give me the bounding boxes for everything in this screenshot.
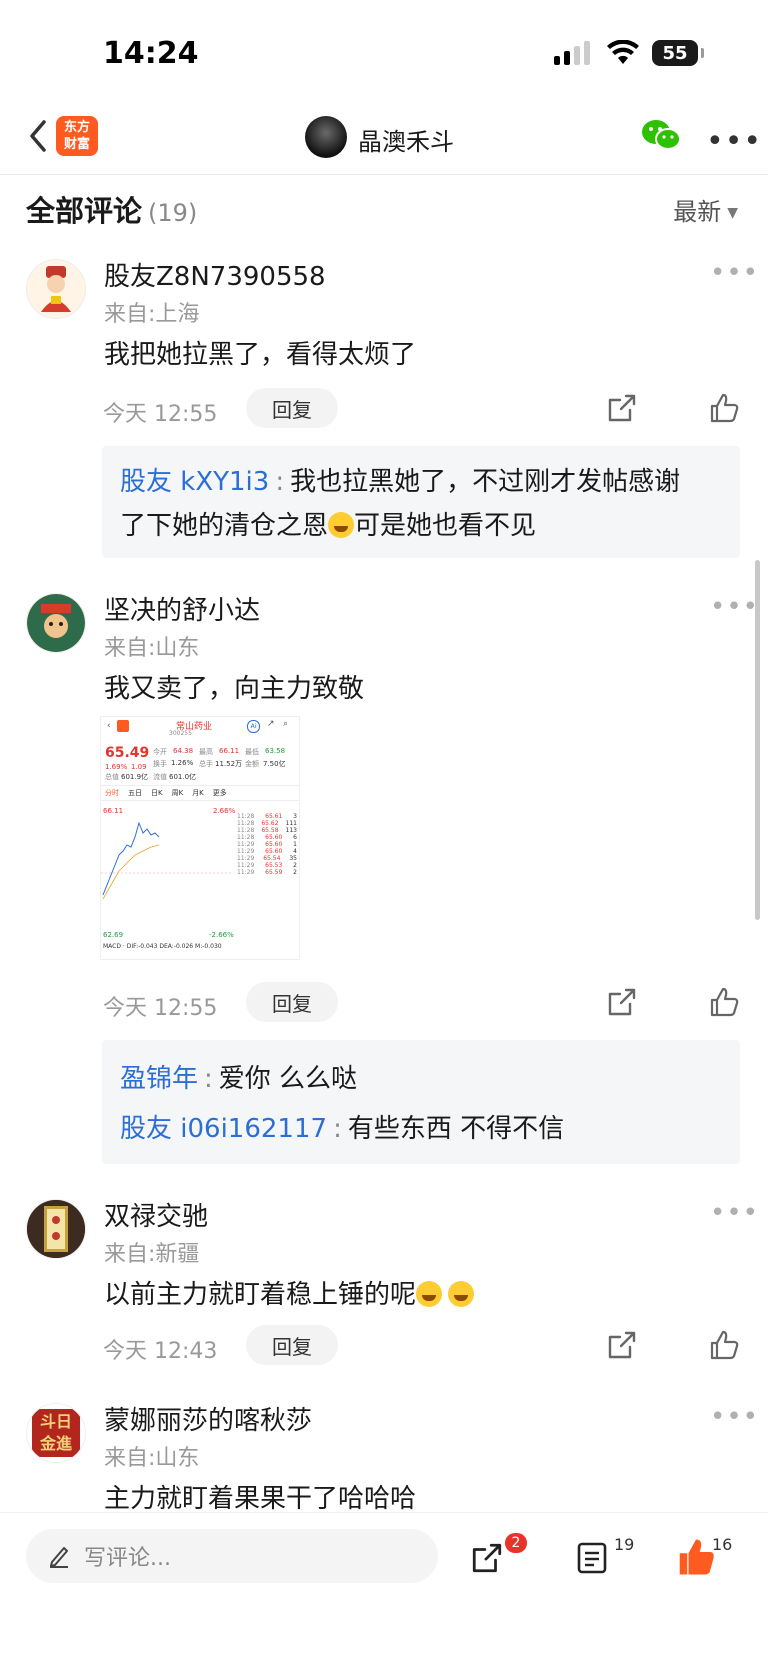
comment-avatar[interactable] <box>26 259 86 319</box>
pencil-icon <box>50 1547 68 1568</box>
section-title: 全部评论 (19) <box>26 194 198 228</box>
stock-screenshot-image[interactable]: ‹ 常山药业 300255 Ai ↗ ⌕ 65.49 1.69% 1.09 今开… <box>100 716 300 960</box>
status-icons: 55 <box>554 40 704 66</box>
laugh-cry-emoji-icon <box>448 1281 475 1307</box>
back-arrow-icon: ‹ <box>107 721 111 731</box>
comment-text: 我把她拉黑了，看得太烦了 <box>104 340 417 370</box>
comment-username[interactable]: 双禄交驰 <box>104 1196 208 1233</box>
reply-username[interactable]: 股友 i06i162117 <box>120 1114 327 1144</box>
ai-icon: Ai <box>247 720 260 733</box>
share-icon: ↗ <box>267 719 275 729</box>
comment-avatar[interactable] <box>26 1199 86 1259</box>
comment-time: 今天 12:43 <box>103 1339 218 1364</box>
comment-more-icon[interactable]: ••• <box>710 1198 759 1228</box>
comment-avatar[interactable]: 斗日 金進 <box>26 1403 86 1463</box>
wifi-icon <box>607 40 639 64</box>
like-icon[interactable] <box>708 986 740 1018</box>
reply-item: 股友 kXY1i3: 我也拉黑她了，不过刚才发帖感谢 了下她的清仓之恩 可是她也看不… <box>120 467 681 541</box>
author-avatar[interactable] <box>305 116 347 158</box>
god-of-wealth-avatar-icon <box>41 266 71 312</box>
trade-list: 11:28 65.61 3 11:28 65.62 111 11:28 65.58 113 … <box>237 813 297 876</box>
stock-change-pct: 1.69% <box>105 763 128 771</box>
wechat-icon[interactable] <box>640 118 682 152</box>
laugh-cry-emoji-icon <box>416 1281 443 1307</box>
comment-username[interactable]: 蒙娜丽莎的喀秋莎 <box>104 1400 312 1437</box>
bottom-action-bar: 写评论... 2 19 16 <box>0 1512 768 1670</box>
like-count-label: 16 <box>712 1535 733 1554</box>
reply-item: 盈锦年: 爱你 么么哒 <box>120 1064 358 1094</box>
scrollbar[interactable] <box>755 560 760 920</box>
like-filled-icon[interactable] <box>676 1537 716 1577</box>
comment-username[interactable]: 股友Z8N7390558 <box>104 256 326 293</box>
stock-price: 65.49 <box>105 745 150 761</box>
comment-time: 今天 12:55 <box>103 402 218 427</box>
comment-location: 来自:山东 <box>104 1446 200 1471</box>
reply-thread: 盈锦年: 爱你 么么哒 股友 i06i162117: 有些东西 不得不信 <box>102 1040 740 1164</box>
reply-button[interactable]: 回复 <box>246 1325 338 1365</box>
tab-monthly: 月K <box>192 789 204 797</box>
comment-count: (19) <box>148 199 198 227</box>
comment-text: 主力就盯着果果干了哈哈哈 <box>104 1484 417 1514</box>
tab-more: 更多 <box>212 789 227 797</box>
caret-down-icon: ▼ <box>727 205 738 221</box>
author-name[interactable]: 晶澳禾斗 <box>358 122 454 157</box>
back-arrow-icon[interactable] <box>22 116 56 156</box>
comment-more-icon[interactable]: ••• <box>710 1402 759 1432</box>
stock-code: 300255 <box>169 730 192 737</box>
share-icon[interactable] <box>606 1329 638 1361</box>
stock-change: 1.09 <box>131 763 147 771</box>
app-logo[interactable]: 东方 财富 <box>56 116 98 156</box>
status-time: 14:24 <box>103 36 199 71</box>
like-icon[interactable] <box>708 1329 740 1361</box>
comment-username[interactable]: 坚决的舒小达 <box>104 590 260 627</box>
signal-icon <box>554 41 590 65</box>
share-icon[interactable] <box>470 1541 504 1575</box>
tab-intraday: 分时 <box>105 789 119 797</box>
reply-thread: 股友 kXY1i3: 我也拉黑她了，不过刚才发帖感谢 了下她的清仓之恩 可是她也看不… <box>102 446 740 558</box>
comments-icon[interactable] <box>576 1541 608 1575</box>
tab-daily: 日K <box>151 789 163 797</box>
cartoon-avatar-icon <box>27 594 85 652</box>
seal-avatar: 斗日 金進 <box>32 1409 80 1457</box>
more-options-icon[interactable]: ••• <box>706 124 762 159</box>
tab-5day: 五日 <box>128 789 142 797</box>
search-icon: ⌕ <box>283 719 289 729</box>
comment-more-icon[interactable]: ••• <box>710 592 759 622</box>
reply-button[interactable]: 回复 <box>246 388 338 428</box>
like-icon[interactable] <box>708 392 740 424</box>
intraday-price-chart <box>101 821 233 900</box>
comment-count-label: 19 <box>614 1535 635 1554</box>
battery-icon: 55 <box>652 40 704 66</box>
reply-button[interactable]: 回复 <box>246 982 338 1022</box>
reply-item: 股友 i06i162117: 有些东西 不得不信 <box>120 1114 565 1144</box>
top-nav-bar: 东方 财富 晶澳禾斗 ••• <box>0 100 768 175</box>
laugh-cry-emoji-icon <box>328 512 355 538</box>
comment-location: 来自:上海 <box>104 302 200 327</box>
comment-location: 来自:新疆 <box>104 1242 200 1267</box>
comment-time: 今天 12:55 <box>103 996 218 1021</box>
comment-text: 我又卖了，向主力致敬 <box>104 674 365 704</box>
sort-dropdown[interactable]: 最新 ▼ <box>673 192 738 227</box>
reply-username[interactable]: 股友 kXY1i3 <box>120 467 269 497</box>
chart-tabs: 分时 五日 日K 周K 月K 更多 <box>101 785 299 801</box>
share-icon[interactable] <box>606 986 638 1018</box>
comment-input[interactable]: 写评论... <box>26 1529 438 1583</box>
comment-avatar[interactable] <box>26 593 86 653</box>
framed-picture-avatar-icon <box>27 1200 85 1258</box>
share-count-badge: 2 <box>505 1533 527 1553</box>
comment-input-placeholder: 写评论... <box>84 1546 171 1571</box>
share-icon[interactable] <box>606 392 638 424</box>
comment-more-icon[interactable]: ••• <box>710 258 759 288</box>
comment-location: 来自:山东 <box>104 636 200 661</box>
tab-weekly: 周K <box>171 789 184 797</box>
reply-username[interactable]: 盈锦年 <box>120 1064 198 1094</box>
app-logo <box>117 720 129 732</box>
comment-text: 以前主力就盯着稳上锤的呢 <box>104 1274 475 1311</box>
